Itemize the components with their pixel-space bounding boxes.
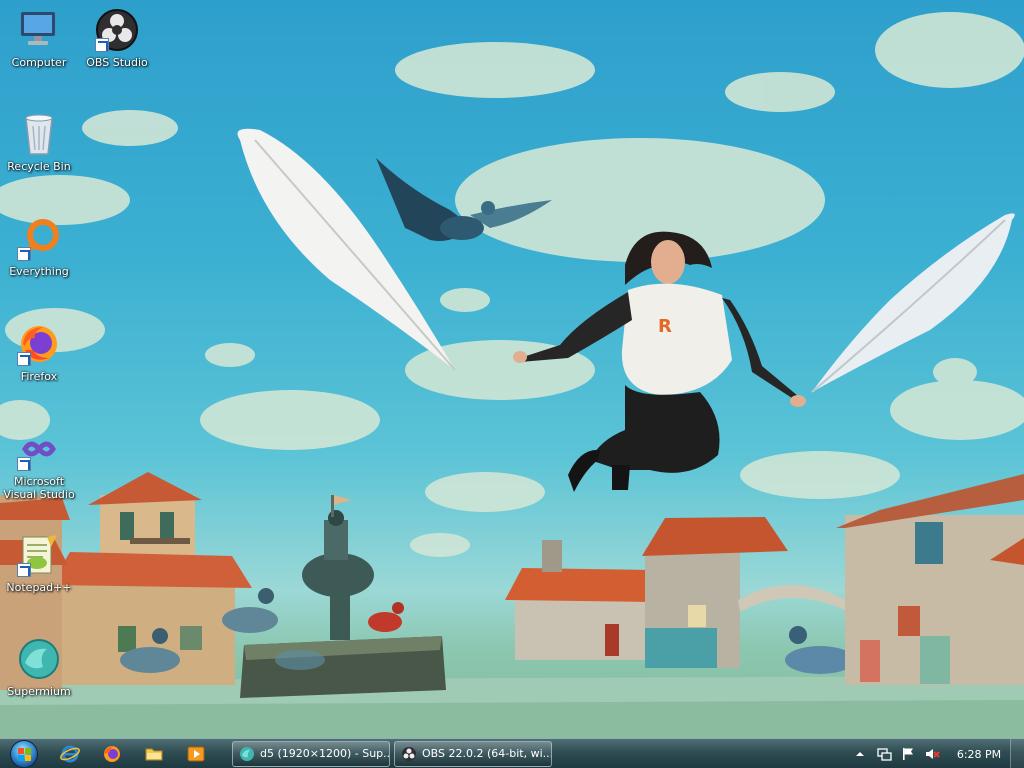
task-button-label: d5 (1920×1200) - Sup... bbox=[260, 747, 390, 760]
desktop-icon-everything[interactable]: Everything bbox=[0, 217, 78, 278]
wallpaper-illustration: R bbox=[0, 12, 1024, 738]
desktop-icon-label: Computer bbox=[11, 56, 67, 69]
shirt-logo: R bbox=[658, 316, 672, 337]
right-building bbox=[836, 474, 1024, 685]
network-icon[interactable] bbox=[876, 746, 892, 762]
show-hidden-icons-chevron[interactable] bbox=[852, 746, 868, 762]
desktop-icon-label: Everything bbox=[9, 265, 69, 278]
action-center-flag-icon[interactable] bbox=[900, 746, 916, 762]
task-button-label: OBS 22.0.2 (64-bit, wi... bbox=[422, 747, 552, 760]
desktop-icon-recycle-bin[interactable]: Recycle Bin bbox=[0, 112, 78, 173]
desktop-icon-label: Firefox bbox=[20, 370, 58, 383]
desktop-icon-visual-studio[interactable]: Microsoft Visual Studio bbox=[0, 427, 78, 501]
show-desktop-button[interactable] bbox=[1010, 739, 1024, 768]
desktop-icon-firefox[interactable]: Firefox bbox=[0, 322, 78, 383]
firefox-icon bbox=[17, 322, 61, 366]
clock[interactable]: 6:28 PM bbox=[948, 748, 1010, 761]
taskbar-window-obs[interactable]: OBS 22.0.2 (64-bit, wi... bbox=[394, 740, 552, 767]
desktop-icon-label: Notepad++ bbox=[6, 581, 72, 594]
supermium-icon bbox=[239, 746, 255, 762]
file-explorer-icon[interactable] bbox=[144, 744, 164, 764]
shortcut-arrow-icon bbox=[95, 38, 109, 52]
notepad-plus-plus-icon bbox=[17, 533, 61, 577]
desktop-icon-notepad-plus-plus[interactable]: Notepad++ bbox=[0, 533, 78, 594]
visual-studio-icon bbox=[17, 427, 61, 471]
quick-launch bbox=[60, 744, 206, 764]
desktop-icon-label: Microsoft Visual Studio bbox=[3, 475, 75, 501]
firefox-icon[interactable] bbox=[102, 744, 122, 764]
desktop-icon-obs-studio[interactable]: OBS Studio bbox=[78, 8, 156, 69]
desktop-wallpaper: R bbox=[0, 0, 1024, 738]
start-button[interactable] bbox=[6, 739, 42, 768]
system-tray: 6:28 PM bbox=[852, 739, 1024, 768]
desktop-icon-label: OBS Studio bbox=[86, 56, 148, 69]
recycle-bin-icon bbox=[17, 112, 61, 156]
volume-muted-icon[interactable] bbox=[924, 746, 940, 762]
taskbar-window-supermium[interactable]: d5 (1920×1200) - Sup... bbox=[232, 740, 390, 767]
taskbar: d5 (1920×1200) - Sup... OBS 22.0.2 (64-b… bbox=[0, 738, 1024, 768]
shortcut-arrow-icon bbox=[17, 457, 31, 471]
obs-studio-icon bbox=[401, 746, 417, 762]
everything-search-icon bbox=[17, 217, 61, 261]
desktop-icon-label: Recycle Bin bbox=[7, 160, 71, 173]
shortcut-arrow-icon bbox=[17, 352, 31, 366]
obs-studio-icon bbox=[95, 8, 139, 52]
media-player-icon[interactable] bbox=[186, 744, 206, 764]
shortcut-arrow-icon bbox=[17, 247, 31, 261]
windows-start-orb-icon bbox=[10, 739, 38, 768]
supermium-icon bbox=[17, 637, 61, 681]
center-buildings bbox=[505, 517, 845, 668]
desktop-icon-computer[interactable]: Computer bbox=[0, 8, 78, 69]
computer-icon bbox=[17, 8, 61, 52]
desktop-icon-label: Supermium bbox=[7, 685, 71, 698]
internet-explorer-icon[interactable] bbox=[60, 744, 80, 764]
desktop-icon-supermium[interactable]: Supermium bbox=[0, 637, 78, 698]
shortcut-arrow-icon bbox=[17, 563, 31, 577]
